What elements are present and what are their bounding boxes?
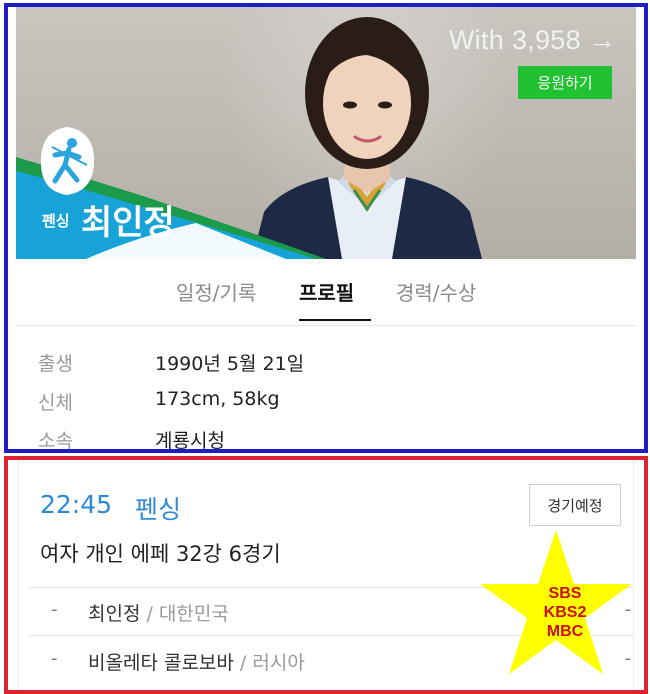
- competitor-name: 비올레타 콜로보바 / 러시아: [88, 648, 305, 675]
- active-tab-indicator: [299, 319, 371, 321]
- profile-value: 173cm, 58kg: [155, 388, 280, 410]
- tab-schedule-records[interactable]: 일정/기록: [176, 277, 256, 306]
- competitor-player: 최인정: [88, 603, 141, 625]
- broadcast-channel: SBS: [548, 585, 582, 602]
- competitor-name: 최인정 / 대한민국: [88, 599, 229, 626]
- competitor-dash: -: [51, 599, 58, 620]
- fencing-icon: [40, 127, 95, 195]
- tab-career-awards[interactable]: 경력/수상: [396, 277, 476, 306]
- profile-label: 신체: [38, 392, 73, 414]
- broadcast-channel: MBC: [546, 623, 584, 640]
- match-sport: 펜싱: [135, 495, 182, 524]
- cheer-count[interactable]: With 3,958 →: [449, 25, 616, 56]
- broadcast-channel: KBS2: [543, 604, 587, 621]
- competitor-dash: -: [51, 648, 58, 669]
- athlete-profile-panel: With 3,958 → 응원하기 펜싱 최인정 일정/기록 프로필 경력/수상…: [4, 3, 648, 453]
- cheer-button[interactable]: 응원하기: [518, 66, 612, 99]
- hero-banner: With 3,958 → 응원하기 펜싱 최인정: [16, 7, 636, 259]
- tab-profile[interactable]: 프로필: [299, 277, 354, 306]
- competitor-country: / 대한민국: [140, 603, 229, 625]
- sport-label: 펜싱: [42, 212, 70, 230]
- profile-label: 출생: [38, 353, 73, 375]
- profile-value: 1990년 5월 21일: [155, 353, 305, 375]
- competitor-country: / 러시아: [233, 652, 305, 674]
- broadcast-channels: SBS KBS2 MBC: [520, 584, 610, 641]
- tabs-divider: [16, 325, 636, 326]
- profile-label: 소속: [38, 430, 73, 452]
- match-title: 여자 개인 에페 32강 6경기: [40, 542, 281, 566]
- competitor-player: 비올레타 콜로보바: [88, 652, 234, 674]
- profile-value: 계룡시청: [155, 430, 225, 452]
- athlete-name: 최인정: [81, 203, 175, 243]
- match-time: 22:45: [40, 490, 113, 519]
- match-status-button[interactable]: 경기예정: [529, 484, 621, 526]
- profile-tabs: 일정/기록 프로필 경력/수상: [16, 259, 636, 323]
